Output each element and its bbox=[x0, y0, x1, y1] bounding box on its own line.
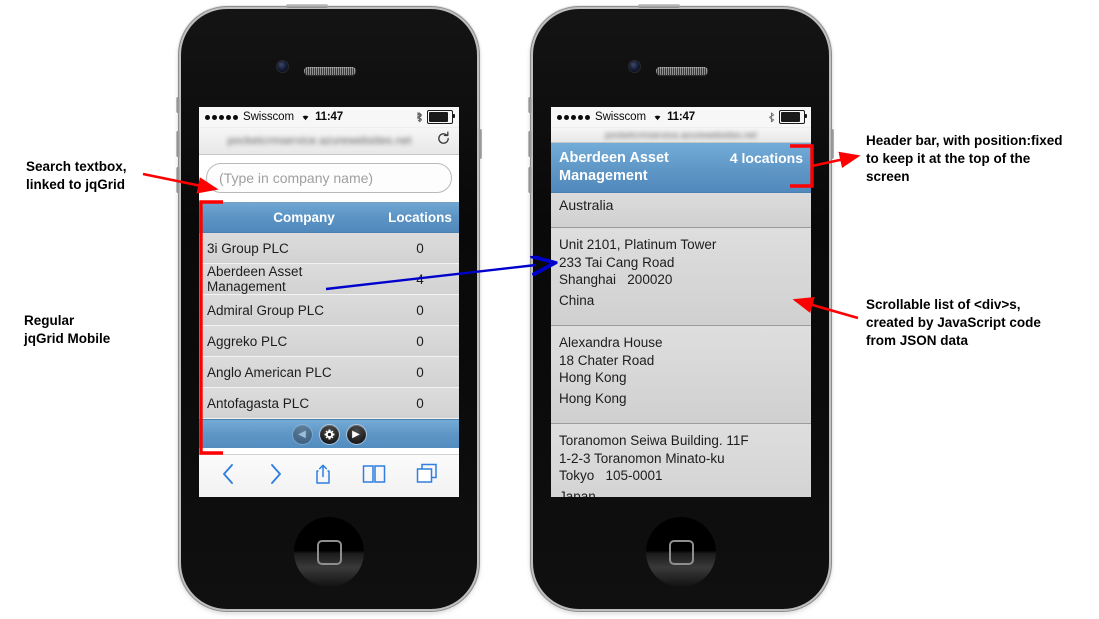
front-camera-icon bbox=[277, 61, 288, 72]
forward-icon[interactable] bbox=[267, 463, 284, 490]
address-line: Shanghai 200020 bbox=[559, 272, 673, 287]
home-square-icon bbox=[668, 539, 694, 565]
url-text: pocketcrmservice.azurewebsites.net bbox=[605, 130, 757, 140]
reload-icon[interactable] bbox=[436, 131, 451, 151]
cell-locations: 0 bbox=[416, 302, 424, 318]
phone-device-left: Swisscom 11:47 pocketcrmservice.azureweb… bbox=[176, 4, 482, 609]
screen-left: Swisscom 11:47 pocketcrmservice.azureweb… bbox=[199, 107, 459, 497]
browser-url-bar[interactable]: pocketcrmservice.azurewebsites.net bbox=[551, 128, 811, 143]
cell-company: Aggreko PLC bbox=[207, 333, 288, 349]
table-row[interactable]: Antofagasta PLC 0 bbox=[199, 388, 459, 419]
table-row[interactable]: Aberdeen Asset Management 4 bbox=[199, 264, 459, 295]
address-line: Hong Kong bbox=[559, 370, 627, 385]
app-header-bar: Aberdeen Asset Management 4 locations bbox=[551, 143, 811, 193]
url-text: pocketcrmservice.azurewebsites.net bbox=[227, 135, 412, 147]
home-button[interactable] bbox=[294, 517, 364, 587]
signal-strength-icon bbox=[205, 114, 238, 120]
country-label: Australia bbox=[551, 193, 811, 228]
table-row[interactable]: 3i Group PLC 0 bbox=[199, 233, 459, 264]
address-line: 233 Tai Cang Road bbox=[559, 254, 675, 270]
address-country: Hong Kong bbox=[559, 390, 627, 406]
wifi-icon bbox=[651, 111, 664, 124]
cell-locations: 0 bbox=[416, 240, 424, 256]
annotation-regular-jqgrid: Regular jqGrid Mobile bbox=[24, 313, 111, 346]
status-right-group bbox=[416, 110, 455, 124]
status-bar-right: Swisscom 11:47 bbox=[551, 107, 811, 128]
screen-right: Swisscom 11:47 pocketcrmservice.azureweb… bbox=[551, 107, 811, 497]
address-line: Unit 2101, Platinum Tower bbox=[559, 237, 717, 252]
cell-locations: 0 bbox=[416, 395, 424, 411]
list-item[interactable]: Toranomon Seiwa Building. 11F 1-2-3 Tora… bbox=[551, 424, 811, 497]
search-input[interactable] bbox=[206, 163, 452, 193]
annotation-scrollable-list: Scrollable list of <div>s, created by Ja… bbox=[866, 297, 1041, 348]
volume-up-button[interactable] bbox=[528, 131, 532, 157]
carrier-label: Swisscom bbox=[595, 111, 646, 123]
cell-company: Admiral Group PLC bbox=[207, 302, 325, 318]
sim-tray bbox=[478, 129, 482, 159]
address-line: 18 Chater Road bbox=[559, 352, 655, 368]
status-right-group bbox=[768, 110, 807, 124]
status-bar-left: Swisscom 11:47 bbox=[199, 107, 459, 128]
bluetooth-icon bbox=[417, 111, 423, 122]
address-country: Japan bbox=[559, 488, 596, 498]
tabs-icon[interactable] bbox=[416, 463, 438, 489]
search-area bbox=[199, 155, 459, 202]
sim-tray bbox=[830, 129, 834, 159]
silent-switch[interactable] bbox=[528, 97, 532, 113]
cell-company: Aberdeen Asset Management bbox=[207, 264, 303, 294]
table-row[interactable]: Admiral Group PLC 0 bbox=[199, 295, 459, 326]
address-line: Tokyo 105-0001 bbox=[559, 468, 663, 483]
cell-locations: 0 bbox=[416, 333, 424, 349]
column-header-locations[interactable]: Locations bbox=[381, 210, 459, 225]
column-header-company[interactable]: Company bbox=[199, 210, 381, 225]
cell-company: 3i Group PLC bbox=[207, 240, 289, 256]
previous-page-icon[interactable]: ◀ bbox=[292, 424, 312, 444]
cell-locations: 4 bbox=[416, 271, 424, 287]
volume-down-button[interactable] bbox=[528, 167, 532, 193]
cell-company: Anglo American PLC bbox=[207, 364, 332, 380]
browser-url-bar[interactable]: pocketcrmservice.azurewebsites.net bbox=[199, 128, 459, 155]
address-line: Toranomon Seiwa Building. 11F bbox=[559, 433, 749, 448]
locations-count-badge: 4 locations bbox=[729, 150, 803, 166]
settings-gear-icon[interactable] bbox=[319, 424, 339, 444]
silent-switch[interactable] bbox=[176, 97, 180, 113]
bluetooth-icon bbox=[769, 111, 775, 122]
annotation-search-textbox: Search textbox, linked to jqGrid bbox=[26, 159, 127, 192]
earpiece-speaker bbox=[304, 67, 356, 75]
bookmarks-icon[interactable] bbox=[362, 464, 386, 489]
carrier-label: Swisscom bbox=[243, 111, 294, 123]
volume-down-button[interactable] bbox=[176, 167, 180, 193]
company-title: Aberdeen Asset Management bbox=[559, 150, 669, 184]
phone-device-right: Swisscom 11:47 pocketcrmservice.azureweb… bbox=[528, 4, 834, 609]
signal-strength-icon bbox=[557, 114, 590, 120]
cell-locations: 0 bbox=[416, 364, 424, 380]
power-button[interactable] bbox=[638, 4, 680, 8]
home-button[interactable] bbox=[646, 517, 716, 587]
earpiece-speaker bbox=[656, 67, 708, 75]
address-country: China bbox=[559, 292, 595, 308]
back-icon[interactable] bbox=[220, 463, 237, 490]
list-item[interactable]: Unit 2101, Platinum Tower 233 Tai Cang R… bbox=[551, 228, 811, 326]
next-page-icon[interactable]: ▶ bbox=[346, 424, 366, 444]
table-row[interactable]: Anglo American PLC 0 bbox=[199, 357, 459, 388]
battery-icon bbox=[779, 110, 807, 124]
volume-up-button[interactable] bbox=[176, 131, 180, 157]
safari-toolbar bbox=[199, 454, 459, 497]
jqgrid-table: Company Locations 3i Group PLC 0 Aberdee… bbox=[199, 202, 459, 448]
wifi-icon bbox=[299, 111, 312, 124]
address-line: Alexandra House bbox=[559, 335, 663, 350]
home-square-icon bbox=[316, 539, 342, 565]
table-row[interactable]: Aggreko PLC 0 bbox=[199, 326, 459, 357]
annotation-header-bar: Header bar, with position:fixed to keep … bbox=[866, 133, 1063, 184]
front-camera-icon bbox=[629, 61, 640, 72]
grid-pager: ◀ ▶ bbox=[199, 419, 459, 448]
battery-icon bbox=[427, 110, 455, 124]
cell-company: Antofagasta PLC bbox=[207, 395, 310, 411]
grid-header-row: Company Locations bbox=[199, 203, 459, 233]
power-button[interactable] bbox=[286, 4, 328, 8]
address-line: 1-2-3 Toranomon Minato-ku bbox=[559, 450, 725, 466]
share-icon[interactable] bbox=[314, 463, 332, 490]
list-item[interactable]: Alexandra House 18 Chater Road Hong Kong… bbox=[551, 326, 811, 424]
